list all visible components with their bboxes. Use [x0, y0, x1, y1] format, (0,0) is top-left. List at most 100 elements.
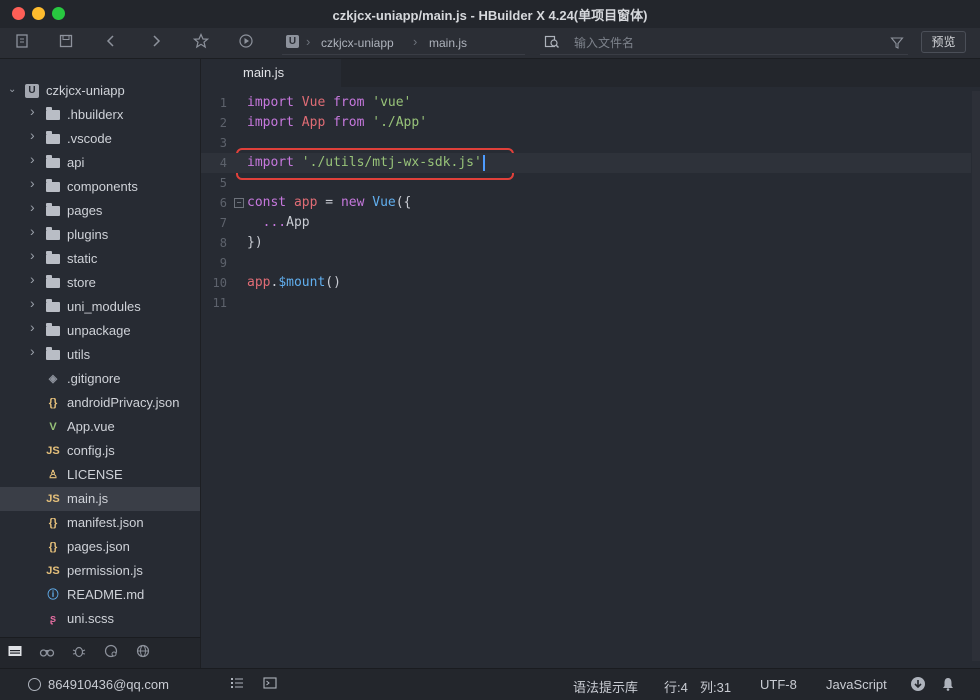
chevron-right-icon[interactable]: › — [30, 200, 40, 214]
folder-shape — [46, 347, 60, 360]
tree-item[interactable]: {} pages.json — [0, 535, 200, 559]
chevron-right-icon[interactable]: › — [30, 344, 40, 358]
back-icon[interactable] — [101, 33, 121, 53]
tree-item-label: manifest.json — [67, 515, 144, 530]
code-line[interactable]: 11 — [201, 293, 971, 313]
tree-item[interactable]: {} manifest.json — [0, 511, 200, 535]
code-token: $mount — [278, 275, 326, 290]
code-text: const app = new Vue({ — [247, 193, 411, 213]
code-editor[interactable]: 1 import Vue from 'vue' 2 import App from '… — [201, 87, 980, 667]
code-line[interactable]: 10 app.$mount() — [201, 273, 971, 293]
code-line[interactable]: 1 import Vue from 'vue' — [201, 93, 971, 113]
forward-icon[interactable] — [146, 33, 166, 53]
syntax-library[interactable]: 语法提示库 — [573, 677, 638, 696]
cursor-row[interactable]: 行:4 — [664, 677, 688, 696]
tree-item[interactable]: › components — [0, 175, 200, 199]
gitignore-file-icon: ◈ — [48, 373, 58, 385]
chevron-right-icon[interactable]: › — [30, 104, 40, 118]
save-icon[interactable] — [56, 33, 76, 53]
line-number: 3 — [219, 136, 227, 150]
preview-button[interactable]: 预览 — [921, 31, 966, 53]
filter-icon[interactable] — [890, 35, 904, 49]
tree-item[interactable]: › store — [0, 271, 200, 295]
chevron-right-icon[interactable]: › — [30, 224, 40, 238]
tree-item[interactable]: › pages — [0, 199, 200, 223]
breadcrumb-project[interactable]: czkjcx-uniapp — [321, 36, 394, 50]
title-bar: czkjcx-uniapp/main.js - HBuilder X 4.24(… — [0, 0, 980, 29]
tree-item[interactable]: JS main.js — [0, 487, 200, 511]
file-tree: ⌄ U czkjcx-uniapp › .hbuilderx › .vscode › ap… — [0, 79, 200, 631]
chevron-right-icon[interactable]: › — [30, 152, 40, 166]
tree-item[interactable]: JS permission.js — [0, 559, 200, 583]
tree-item[interactable]: › .hbuilderx — [0, 103, 200, 127]
tree-item-label: plugins — [67, 227, 109, 242]
binoculars-icon[interactable] — [37, 643, 57, 663]
code-line[interactable]: 3 — [201, 133, 971, 153]
user-account[interactable]: 864910436@qq.com — [48, 677, 169, 692]
folder-icon — [45, 299, 61, 315]
chevron-right-icon[interactable]: › — [30, 128, 40, 142]
bookmark-star-icon[interactable] — [191, 33, 211, 53]
tree-item[interactable]: › plugins — [0, 223, 200, 247]
tree-item[interactable]: JS config.js — [0, 439, 200, 463]
chevron-right-icon[interactable]: › — [30, 248, 40, 262]
tree-item[interactable]: › uni_modules — [0, 295, 200, 319]
terminal-icon[interactable] — [262, 676, 278, 692]
code-token: import — [247, 115, 302, 130]
chevron-down-icon[interactable]: ⌄ — [8, 85, 18, 95]
file-search-input[interactable] — [572, 33, 876, 53]
list-icon[interactable] — [229, 676, 245, 692]
folder-shape — [46, 155, 60, 168]
tree-item[interactable]: › .vscode — [0, 127, 200, 151]
editor-scrollbar[interactable] — [972, 91, 980, 661]
tree-item[interactable]: {} androidPrivacy.json — [0, 391, 200, 415]
run-icon[interactable] — [236, 33, 256, 53]
tree-item[interactable]: ʂ uni.scss — [0, 607, 200, 631]
tree-item-label: README.md — [67, 587, 145, 602]
plugin-globe-icon[interactable] — [133, 643, 153, 663]
tree-item[interactable]: V App.vue — [0, 415, 200, 439]
tree-item[interactable]: › unpackage — [0, 319, 200, 343]
code-line[interactable]: 8}) — [201, 233, 971, 253]
tree-item[interactable]: ♙ LICENSE — [0, 463, 200, 487]
notification-bell-icon[interactable] — [940, 676, 956, 692]
code-line[interactable]: 6− const app = new Vue({ — [201, 193, 971, 213]
tree-item-label: App.vue — [67, 419, 115, 434]
line-number: 6 — [219, 196, 227, 210]
code-token: from — [333, 95, 373, 110]
code-text: ...App — [247, 213, 310, 233]
tree-item[interactable]: › utils — [0, 343, 200, 367]
line-number: 4 — [219, 156, 227, 170]
folder-icon — [45, 131, 61, 147]
code-line[interactable]: 9 — [201, 253, 971, 273]
code-line[interactable]: 2 import App from './App' — [201, 113, 971, 133]
chevron-right-icon[interactable]: › — [30, 296, 40, 310]
code-line[interactable]: 5 — [201, 173, 971, 193]
js-file-icon: JS — [46, 493, 60, 505]
chevron-right-icon: › — [413, 34, 418, 49]
project-manager-tab-icon[interactable] — [5, 643, 25, 663]
git-icon[interactable] — [101, 643, 121, 663]
breadcrumb-file[interactable]: main.js — [429, 36, 467, 50]
chevron-right-icon[interactable]: › — [30, 320, 40, 334]
encoding[interactable]: UTF-8 — [760, 677, 797, 692]
download-icon[interactable] — [910, 676, 926, 692]
code-line[interactable]: 4 import './utils/mtj-wx-sdk.js' — [201, 153, 971, 173]
new-file-icon[interactable] — [12, 33, 32, 53]
tree-item[interactable]: › static — [0, 247, 200, 271]
cursor-col[interactable]: 列:31 — [700, 677, 731, 696]
tree-item[interactable]: › api — [0, 151, 200, 175]
folder-icon — [45, 155, 61, 171]
debug-bug-icon[interactable] — [69, 643, 89, 663]
tree-project-root[interactable]: ⌄ U czkjcx-uniapp — [0, 79, 200, 103]
code-text: import Vue from 'vue' — [247, 93, 411, 113]
tree-item[interactable]: ◈ .gitignore — [0, 367, 200, 391]
tab-main-js[interactable]: main.js — [201, 59, 341, 87]
sidebar-tabs — [0, 637, 201, 668]
chevron-right-icon[interactable]: › — [30, 272, 40, 286]
language-mode[interactable]: JavaScript — [826, 677, 887, 692]
tree-item[interactable]: ⓘ README.md — [0, 583, 200, 607]
code-line[interactable]: 7 ...App — [201, 213, 971, 233]
chevron-right-icon[interactable]: › — [30, 176, 40, 190]
fold-toggle-icon[interactable]: − — [234, 198, 244, 208]
